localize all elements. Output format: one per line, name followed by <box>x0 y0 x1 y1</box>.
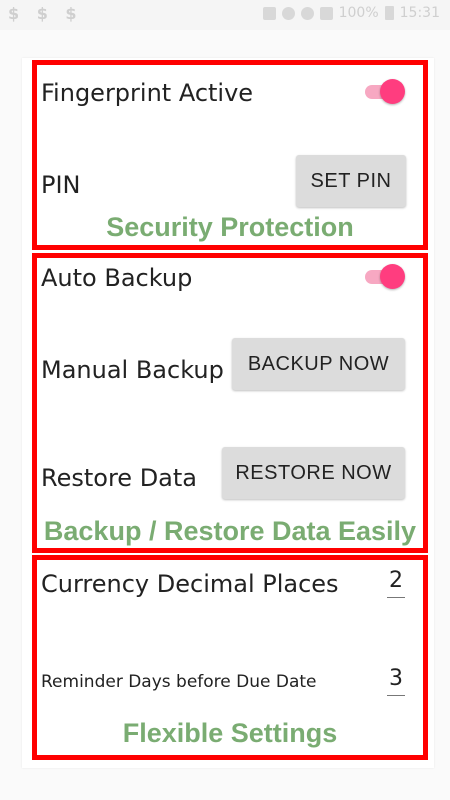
toggle-thumb <box>380 79 405 104</box>
backup-now-button[interactable]: BACKUP NOW <box>232 338 405 390</box>
restore-data-label: Restore Data <box>41 464 197 492</box>
battery-icon <box>384 6 394 20</box>
alarm-icon <box>281 6 295 20</box>
auto-backup-label: Auto Backup <box>41 264 193 292</box>
status-bar: $ $ $ 100% 15:31 <box>0 0 450 30</box>
toggle-thumb <box>380 264 405 289</box>
auto-backup-toggle[interactable] <box>363 262 407 292</box>
signal-icon <box>319 6 333 20</box>
battery-percent: 100% <box>338 5 379 21</box>
backup-caption: Backup / Restore Data Easily <box>43 516 417 546</box>
fingerprint-toggle[interactable] <box>363 77 407 107</box>
image-icon <box>262 6 276 20</box>
security-caption: Security Protection <box>106 212 354 242</box>
wifi-icon <box>300 6 314 20</box>
settings-section: Currency Decimal Places 2 Reminder Days … <box>32 555 428 760</box>
status-time: 15:31 <box>399 5 440 21</box>
settings-caption: Flexible Settings <box>122 718 338 748</box>
backup-section: Auto Backup Manual Backup BACKUP NOW Res… <box>32 253 428 553</box>
pin-label: PIN <box>41 171 81 199</box>
reminder-days-field[interactable]: 3 <box>387 666 405 696</box>
decimal-places-field[interactable]: 2 <box>387 568 405 598</box>
restore-now-button[interactable]: RESTORE NOW <box>222 447 405 499</box>
notification-icons: $ $ $ <box>8 4 83 23</box>
decimal-places-label: Currency Decimal Places <box>41 570 339 598</box>
security-section: Fingerprint Active PIN SET PIN Security … <box>32 60 428 250</box>
reminder-days-label: Reminder Days before Due Date <box>41 672 317 692</box>
manual-backup-label: Manual Backup <box>41 356 224 384</box>
fingerprint-label: Fingerprint Active <box>41 79 254 107</box>
set-pin-button[interactable]: SET PIN <box>296 155 406 207</box>
status-icons: 100% 15:31 <box>262 5 440 21</box>
